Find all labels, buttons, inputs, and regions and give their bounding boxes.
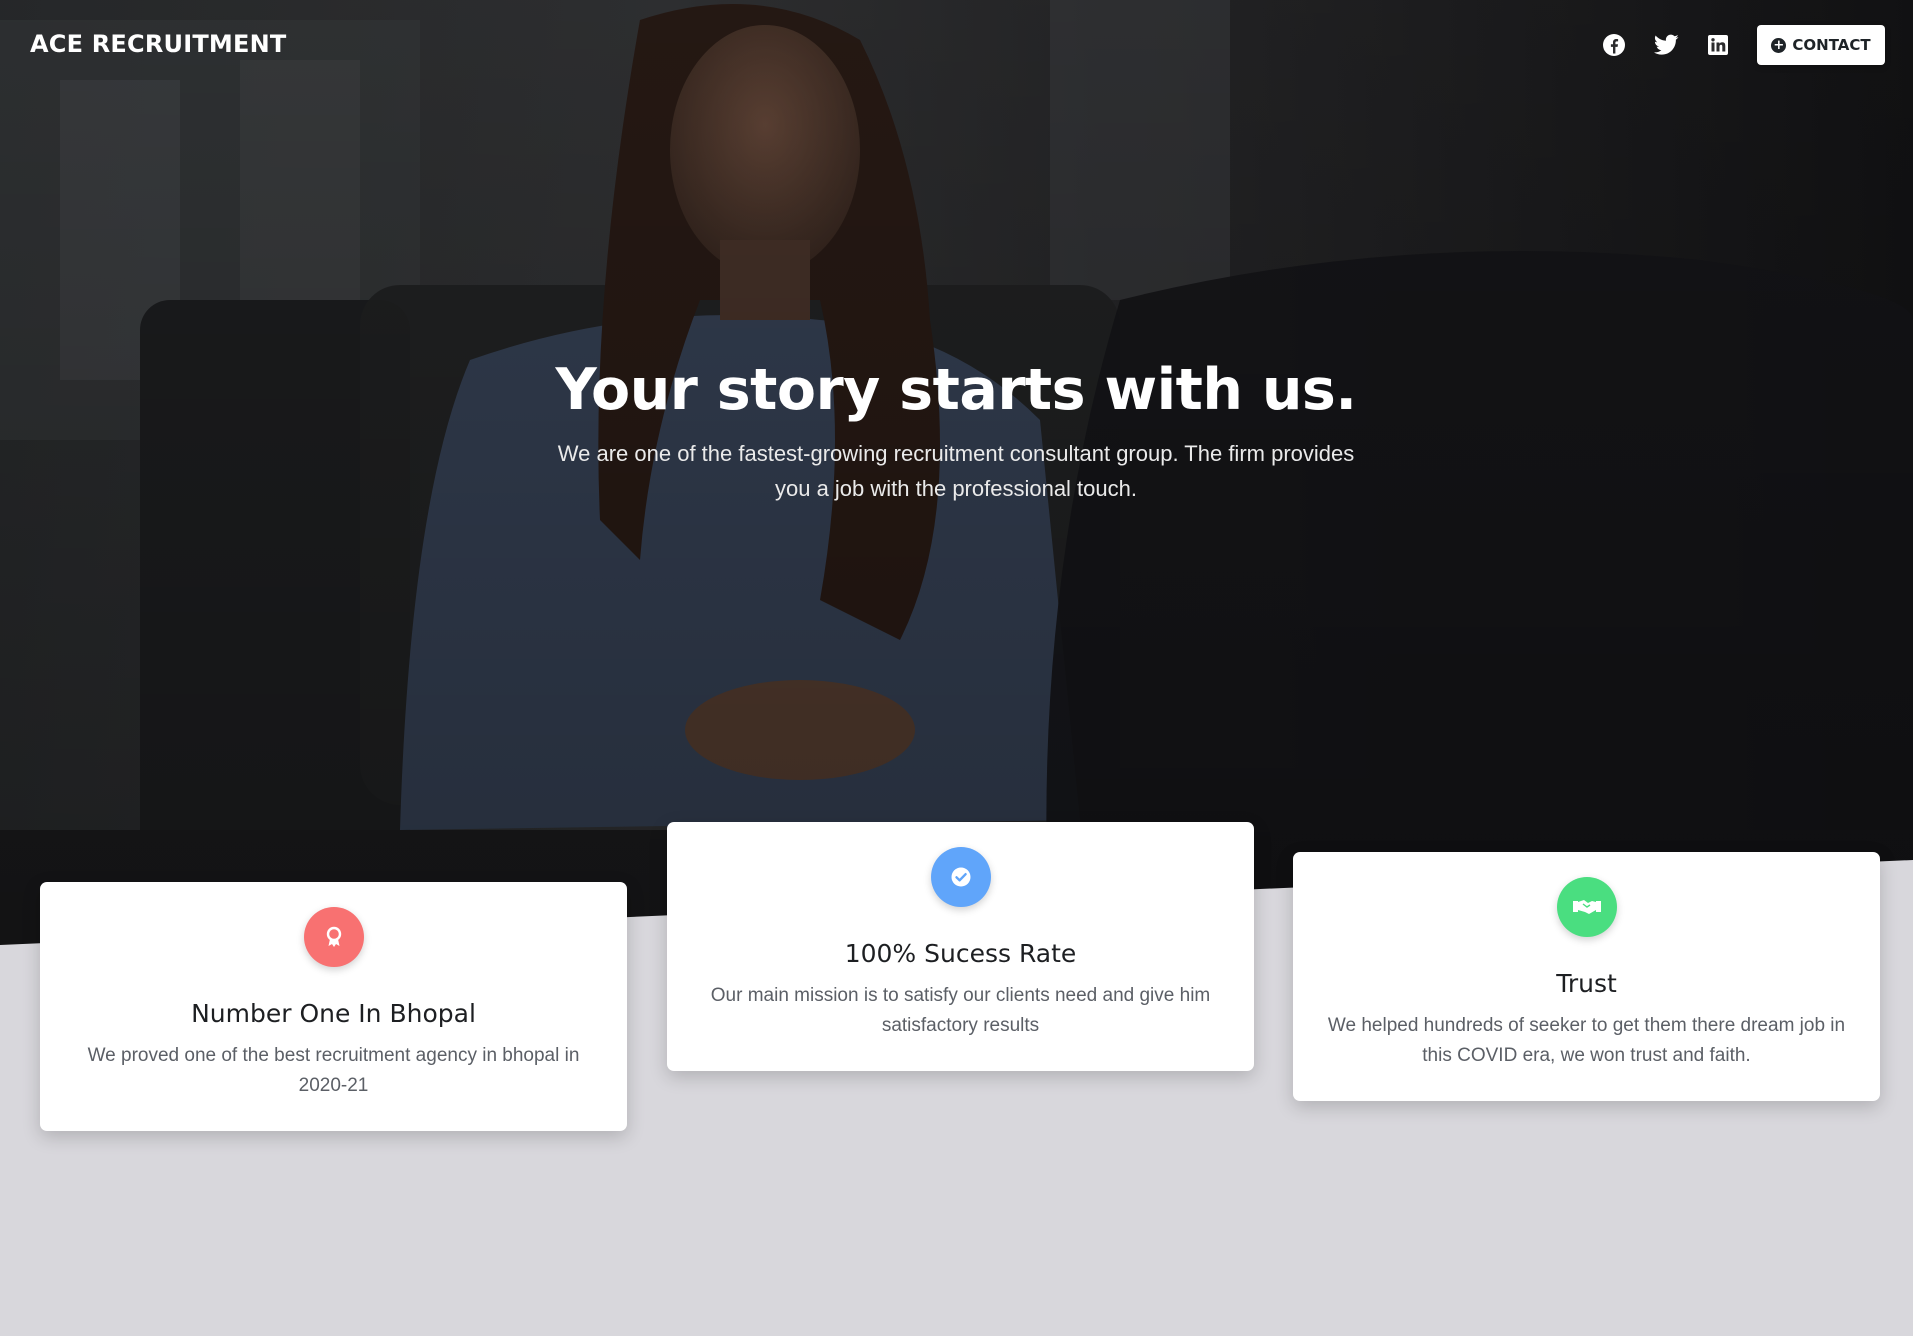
feature-card-number-one: Number One In Bhopal We proved one of th… — [40, 882, 627, 1131]
hero-section: ACE RECRUITMENT + CONTACT Your story sta… — [0, 0, 1913, 945]
feature-title: 100% Sucess Rate — [844, 939, 1077, 968]
hero-text: Your story starts with us. We are one of… — [456, 350, 1456, 506]
facebook-icon[interactable] — [1599, 30, 1629, 60]
feature-title: Number One In Bhopal — [191, 999, 476, 1028]
contact-button-label: CONTACT — [1792, 36, 1871, 54]
feature-description: Our main mission is to satisfy our clien… — [710, 985, 1211, 1036]
hero-title: Your story starts with us. — [555, 357, 1357, 423]
contact-button[interactable]: + CONTACT — [1757, 25, 1885, 65]
linkedin-icon[interactable] — [1703, 30, 1733, 60]
navbar: ACE RECRUITMENT + CONTACT — [0, 0, 1913, 92]
feature-description: We helped hundreds of seeker to get them… — [1327, 1015, 1846, 1066]
brand-logo[interactable]: ACE RECRUITMENT — [30, 30, 286, 58]
award-icon — [303, 907, 364, 967]
hero-subtitle: We are one of the fastest-growing recrui… — [557, 441, 1355, 501]
check-icon — [930, 847, 991, 907]
handshake-icon — [1556, 877, 1617, 937]
feature-card-trust: Trust We helped hundreds of seeker to ge… — [1293, 852, 1880, 1101]
twitter-icon[interactable] — [1651, 30, 1681, 60]
feature-title: Trust — [1556, 969, 1617, 998]
plus-circle-icon: + — [1771, 37, 1787, 53]
feature-card-success-rate: 100% Sucess Rate Our main mission is to … — [667, 822, 1254, 1071]
feature-description: We proved one of the best recruitment ag… — [87, 1045, 580, 1096]
